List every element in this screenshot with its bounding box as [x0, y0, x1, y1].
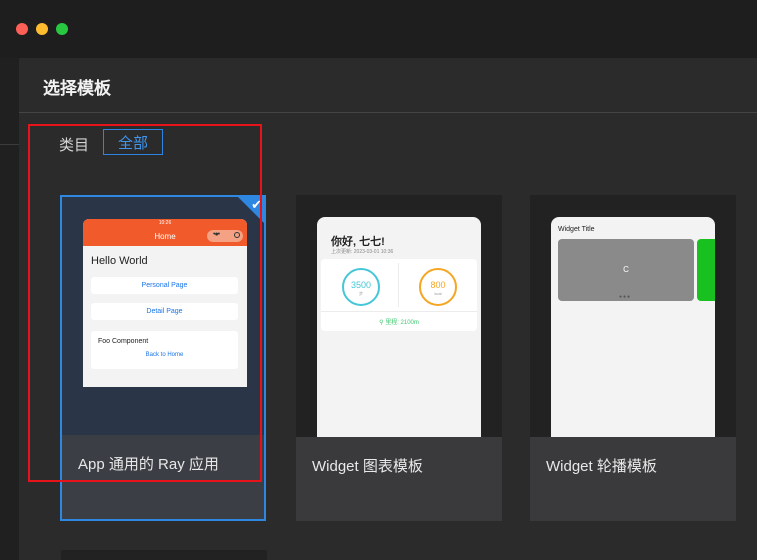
template-preview-app: 10:26 Home •●• Hello World Personal Page… — [83, 219, 247, 387]
card-footer: Widget 轮播模板 — [530, 437, 736, 521]
steps-unit: 步 — [359, 291, 363, 296]
modal-title: 选择模板 — [43, 79, 111, 98]
template-label: App 通用的 Ray 应用 — [78, 456, 219, 473]
template-label: Widget 轮播模板 — [546, 458, 657, 475]
preview-next-slide — [697, 239, 715, 301]
capsule-menu-icon: •●• — [207, 230, 243, 242]
calories-unit: kcal — [434, 291, 442, 296]
preview-widget-title: Widget Title — [558, 226, 595, 233]
template-modal: 选择模板 类目 全部 ✔ 10:26 Home •●• Hello World … — [19, 58, 757, 560]
background-divider — [0, 144, 19, 145]
maximize-window-button[interactable] — [56, 23, 68, 35]
card-footer: App 通用的 Ray 应用 — [62, 435, 264, 519]
preview-metrics-panel: 3500 步 800 kcal ⚲ 里程: 2100m — [321, 259, 477, 331]
preview-greeting: 你好, 七七! — [331, 236, 385, 248]
preview-detail-button: Detail Page — [91, 303, 238, 320]
metrics-divider — [398, 263, 399, 307]
preview-personal-button: Personal Page — [91, 277, 238, 294]
steps-value: 3500 — [350, 280, 372, 290]
preview-updated: 上次更新: 2023-03-01 10:36 — [331, 249, 394, 255]
template-label: Widget 图表模板 — [312, 458, 423, 475]
category-label: 类目 — [59, 137, 90, 154]
window-titlebar — [0, 0, 757, 58]
template-card-widget-carousel[interactable]: Widget Title C ●●● Widget 轮播模板 — [530, 195, 736, 521]
check-icon: ✔ — [251, 197, 262, 212]
slide-label: C — [623, 265, 629, 274]
template-card-next-row[interactable] — [61, 550, 267, 560]
preview-distance: ⚲ 里程: 2100m — [321, 317, 477, 326]
modal-header: 选择模板 — [19, 58, 757, 113]
category-filter-all[interactable]: 全部 — [103, 129, 163, 155]
preview-component-box: Foo Component Back to Home — [91, 331, 238, 369]
background-window — [0, 58, 19, 560]
metrics-hdivider — [321, 311, 477, 312]
preview-component-title: Foo Component — [98, 338, 149, 345]
close-window-button[interactable] — [16, 23, 28, 35]
calories-value: 800 — [430, 280, 446, 290]
preview-carousel-slide: C — [558, 239, 694, 301]
card-footer: Widget 图表模板 — [296, 437, 502, 521]
template-preview-widget-carousel: Widget Title C ●●● — [551, 217, 715, 437]
preview-component-link: Back to Home — [145, 352, 184, 358]
template-preview-widget-chart: 你好, 七七! 上次更新: 2023-03-01 10:36 3500 步 80… — [317, 217, 481, 437]
distance-text: 里程: 2100m — [385, 320, 419, 326]
calories-ring: 800 kcal — [419, 268, 457, 306]
template-card-widget-chart[interactable]: 你好, 七七! 上次更新: 2023-03-01 10:36 3500 步 80… — [296, 195, 502, 521]
carousel-dots: ●●● — [619, 294, 632, 300]
template-card-app[interactable]: ✔ 10:26 Home •●• Hello World Personal Pa… — [60, 195, 266, 521]
status-time: 10:26 — [158, 220, 172, 226]
app-navbar: 10:26 Home •●• — [83, 219, 247, 246]
minimize-window-button[interactable] — [36, 23, 48, 35]
preview-heading: Hello World — [91, 255, 148, 267]
steps-ring: 3500 步 — [342, 268, 380, 306]
